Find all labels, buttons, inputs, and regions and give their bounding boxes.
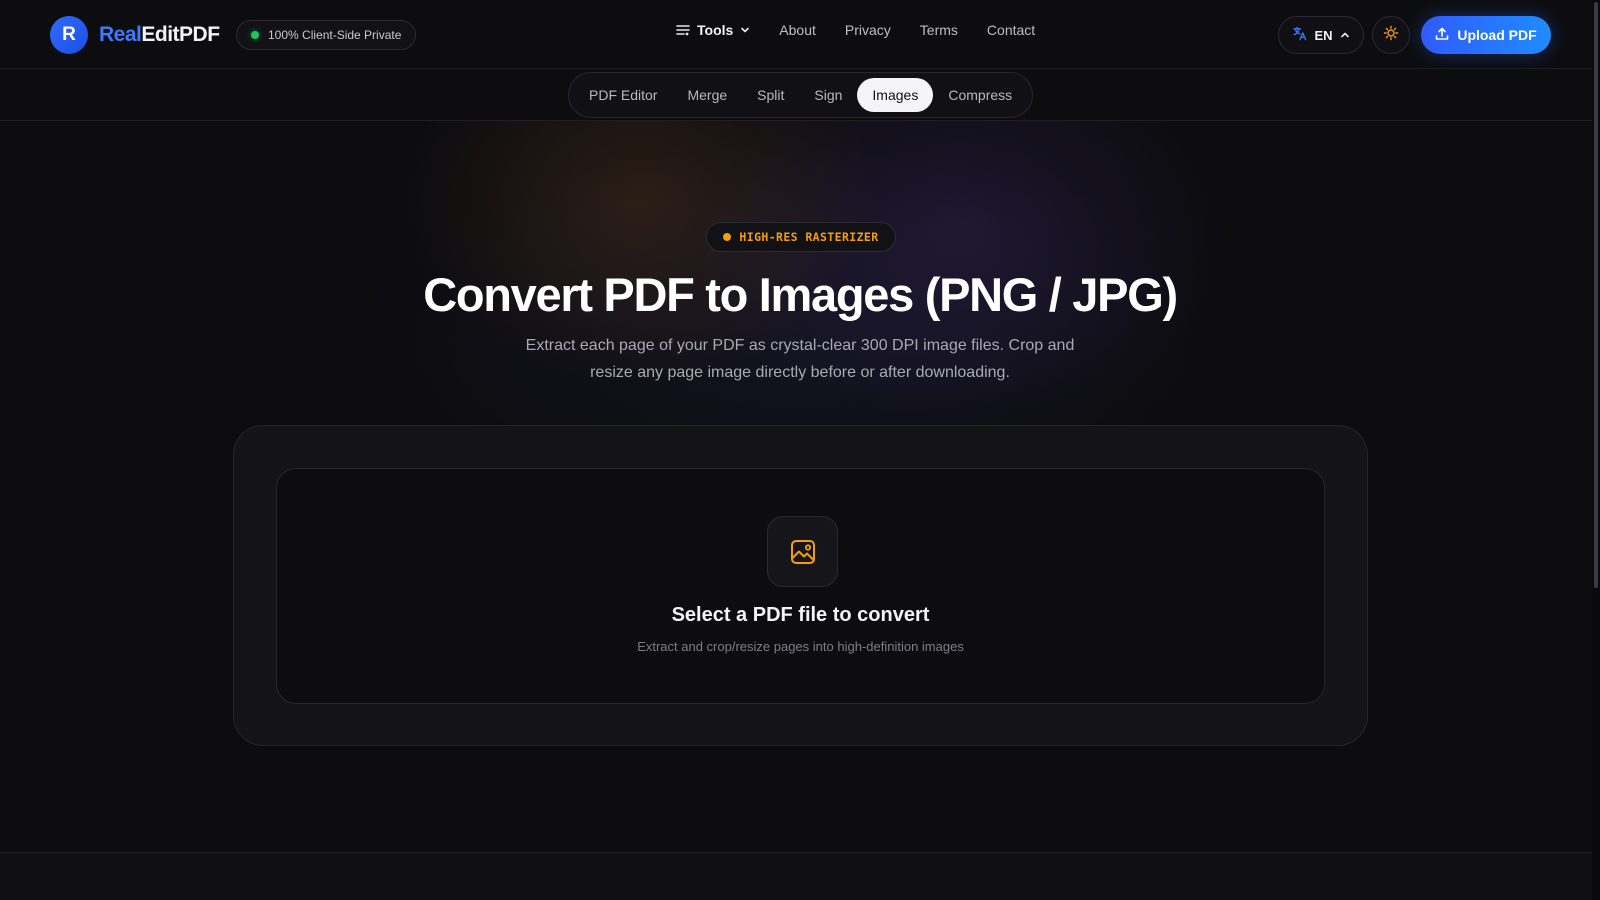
tools-menu-label: Tools [697,22,734,38]
language-selector[interactable]: EN [1278,16,1364,54]
nav-link-terms[interactable]: Terms [920,22,958,38]
logo-badge: R [50,16,88,54]
pdf-drop-zone[interactable]: Select a PDF file to convert Extract and… [276,468,1325,704]
scrollbar-thumb[interactable] [1594,2,1598,588]
top-navigation-bar: R RealEditPDF 100% Client-Side Private T… [0,0,1600,69]
page-title: Convert PDF to Images (PNG / JPG) [423,268,1178,321]
status-dot-icon [251,31,259,39]
tab-split[interactable]: Split [742,78,799,112]
hero-section: HIGH-RES RASTERIZER Convert PDF to Image… [0,121,1600,852]
brand-name: RealEditPDF [99,23,220,47]
brand-name-part-2: EditPDF [141,23,220,46]
tools-menu-button[interactable]: Tools [676,22,750,38]
page-scrollbar[interactable] [1592,0,1600,900]
theme-toggle-button[interactable] [1372,16,1410,54]
nav-link-about[interactable]: About [779,22,816,38]
tab-pdf-editor[interactable]: PDF Editor [574,78,672,112]
chevron-up-icon [1340,28,1350,43]
upload-icon [1435,27,1449,44]
tool-tabs: PDF Editor Merge Split Sign Images Compr… [568,72,1034,118]
language-code: EN [1314,27,1333,43]
badge-dot-icon [723,233,732,241]
sun-icon [1383,25,1399,46]
tools-menu-icon [676,24,690,36]
tab-images[interactable]: Images [857,78,934,112]
tab-merge[interactable]: Merge [672,78,742,112]
brand-logo-link[interactable]: R RealEditPDF [50,16,220,54]
footer-edge [0,852,1600,900]
upload-pdf-button[interactable]: Upload PDF [1421,16,1551,54]
image-icon [767,516,838,587]
translate-icon [1292,26,1307,44]
page-subtitle: Extract each page of your PDF as crystal… [525,337,1075,381]
rasterizer-badge-label: HIGH-RES RASTERIZER [739,230,879,244]
nav-link-privacy[interactable]: Privacy [845,22,891,38]
tab-sign[interactable]: Sign [799,78,857,112]
rasterizer-badge: HIGH-RES RASTERIZER [706,222,896,252]
main-nav: Tools About Privacy Terms Contact [676,22,1035,38]
privacy-status-pill: 100% Client-Side Private [236,20,417,50]
nav-link-contact[interactable]: Contact [987,22,1035,38]
upload-pdf-label: Upload PDF [1457,27,1537,43]
privacy-status-label: 100% Client-Side Private [268,28,402,42]
brand-name-part-1: Real [99,23,142,46]
drop-zone-subtitle: Extract and crop/resize pages into high-… [637,639,964,654]
drop-zone-title: Select a PDF file to convert [671,604,930,626]
upload-card: Select a PDF file to convert Extract and… [233,425,1368,746]
chevron-down-icon [740,25,750,35]
tool-subnav-bar: PDF Editor Merge Split Sign Images Compr… [0,69,1600,121]
tab-compress[interactable]: Compress [933,78,1027,112]
